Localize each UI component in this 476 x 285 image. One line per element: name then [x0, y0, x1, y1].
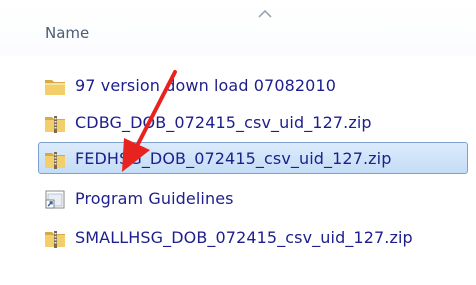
file-row-program-guidelines[interactable]: Program Guidelines [38, 182, 468, 214]
file-row-97-version[interactable]: 97 version down load 07082010 [38, 69, 468, 101]
shortcut-icon [45, 190, 65, 209]
file-row-cdbg-zip[interactable]: CDBG_DOB_072415_csv_uid_127.zip [38, 106, 468, 138]
name-column-header[interactable]: Name [45, 24, 89, 42]
file-name-label: 97 version down load 07082010 [75, 76, 337, 95]
file-row-smallhsg-zip[interactable]: SMALLHSG_DOB_072415_csv_uid_127.zip [38, 221, 468, 253]
column-header-bar: Name [0, 0, 476, 56]
sort-arrow-icon[interactable] [258, 10, 272, 18]
zip-folder-icon [45, 152, 65, 169]
file-name-label: CDBG_DOB_072415_csv_uid_127.zip [75, 113, 372, 132]
zip-folder-icon [45, 116, 65, 133]
file-explorer-window: Name 97 version down load 07082010 CDBG_… [0, 0, 476, 285]
zip-folder-icon [45, 231, 65, 248]
folder-icon [45, 80, 65, 95]
file-name-label: SMALLHSG_DOB_072415_csv_uid_127.zip [75, 228, 413, 247]
file-name-label: Program Guidelines [75, 189, 234, 208]
file-name-label: FEDHSG_DOB_072415_csv_uid_127.zip [75, 149, 392, 168]
file-row-fedhsg-zip[interactable]: FEDHSG_DOB_072415_csv_uid_127.zip [38, 142, 468, 174]
